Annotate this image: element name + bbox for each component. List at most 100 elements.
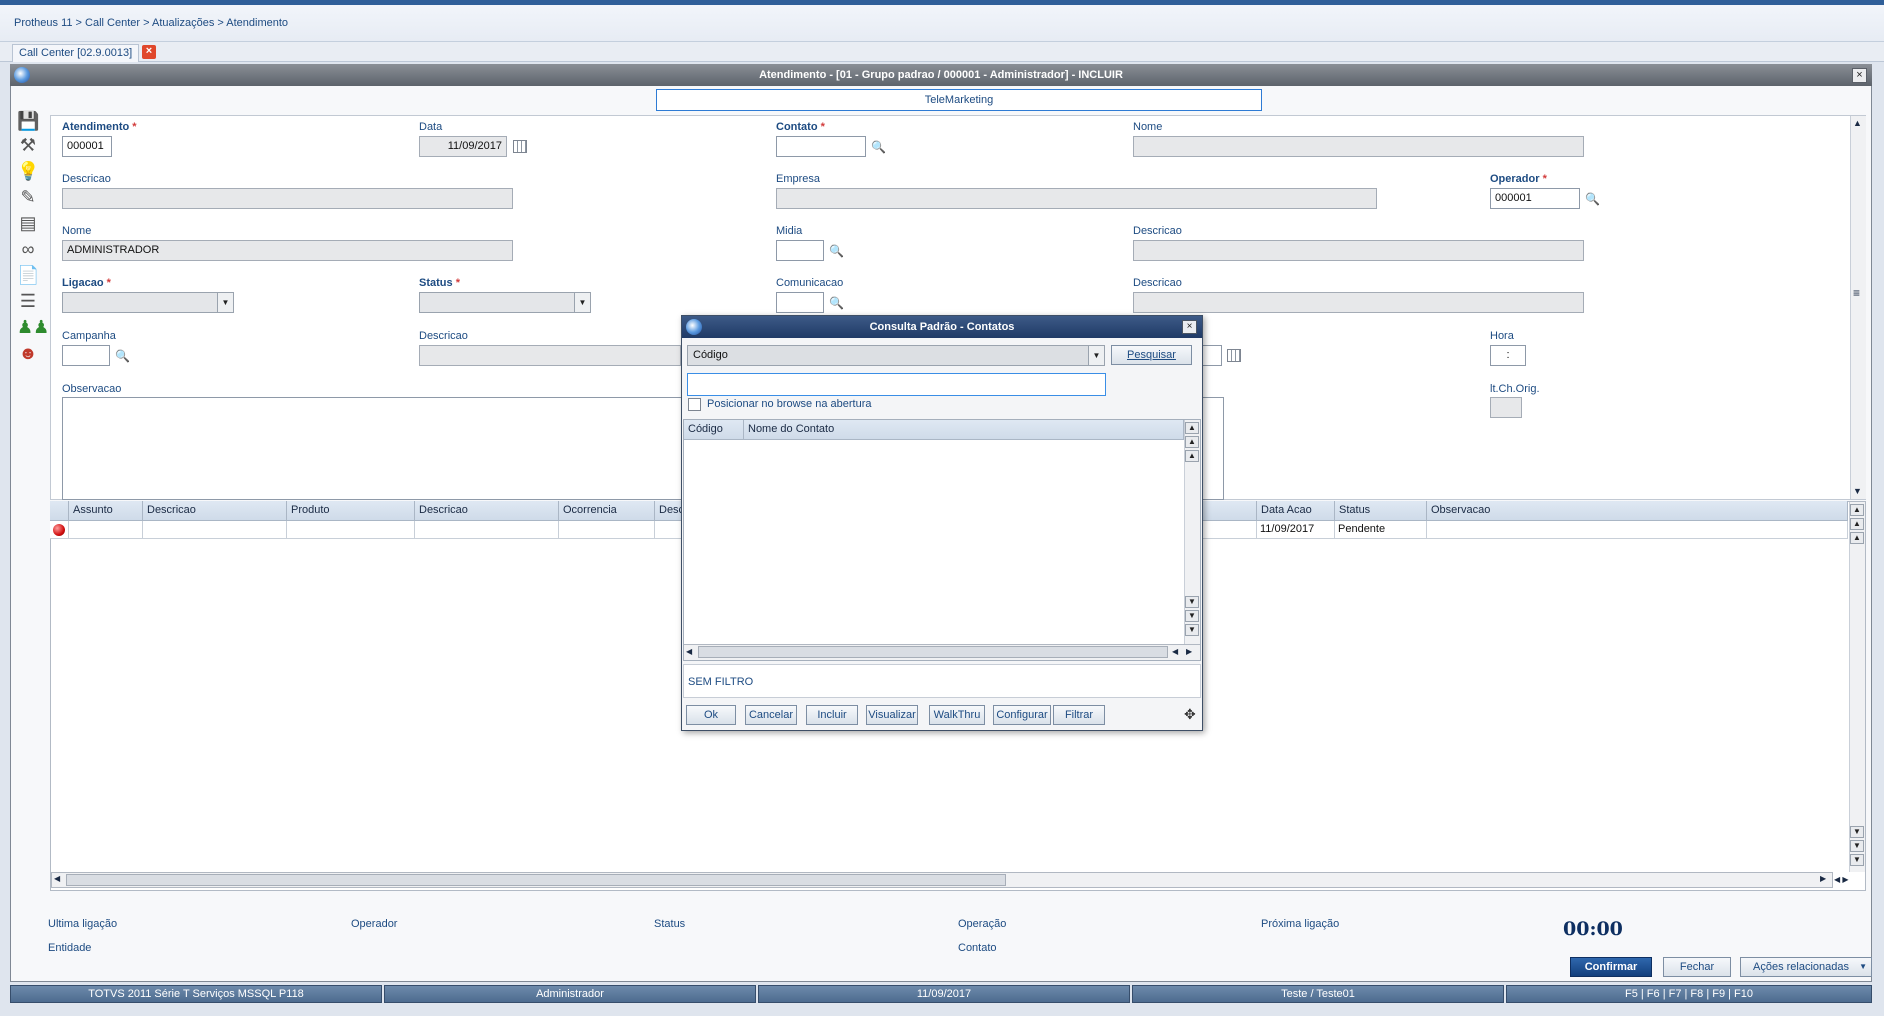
chevron-down-icon[interactable]: ▼ bbox=[574, 293, 590, 312]
calendar-icon[interactable] bbox=[513, 140, 527, 153]
breadcrumb[interactable]: Protheus 11 > Call Center > Atualizações… bbox=[14, 17, 288, 29]
list-add-icon[interactable]: ☰ bbox=[17, 290, 39, 312]
scroll-down-icon[interactable]: ▼ bbox=[1185, 596, 1199, 608]
partial-date-field[interactable] bbox=[1200, 345, 1222, 366]
scroll-down-icon[interactable]: ▼ bbox=[1853, 486, 1862, 496]
comunicacao-field[interactable] bbox=[776, 292, 824, 313]
grid-header-descricao-2[interactable]: Descricao bbox=[415, 501, 559, 521]
hora-field[interactable]: : bbox=[1490, 345, 1526, 366]
status-select[interactable]: ▼ bbox=[419, 292, 591, 313]
scroll-right-icon[interactable]: ▶ bbox=[1820, 874, 1826, 883]
scroll-top-icon[interactable]: ▲ bbox=[1185, 422, 1199, 434]
acoes-relacionadas-button[interactable]: Ações relacionadas ▼ bbox=[1740, 957, 1872, 977]
dialog-close-button[interactable]: × bbox=[1182, 320, 1197, 334]
filtrar-button[interactable]: Filtrar bbox=[1053, 705, 1105, 725]
posicionar-checkbox[interactable] bbox=[688, 398, 701, 411]
walkthru-button[interactable]: WalkThru bbox=[929, 705, 985, 725]
grid-header-assunto[interactable]: Assunto bbox=[69, 501, 143, 521]
link-icon[interactable]: ∞ bbox=[17, 238, 39, 260]
search-icon[interactable]: 🔍 bbox=[1585, 192, 1600, 206]
scroll-bottom-icon[interactable]: ▼ bbox=[1185, 624, 1199, 636]
search-icon[interactable]: 🔍 bbox=[829, 244, 844, 258]
form-scrollbar[interactable]: ▲ ≡ ▼ bbox=[1850, 116, 1866, 499]
cancelar-button[interactable]: Cancelar bbox=[745, 705, 797, 725]
search-by-select[interactable]: Código ▼ bbox=[687, 345, 1105, 366]
scroll-left-icon[interactable]: ◀ bbox=[54, 874, 60, 883]
ok-button[interactable]: Ok bbox=[686, 705, 736, 725]
tab-telemarketing[interactable]: TeleMarketing bbox=[656, 89, 1262, 111]
scroll-page-down-icon[interactable]: ▼ bbox=[1850, 840, 1864, 852]
grid-cell-status[interactable]: Pendente bbox=[1335, 521, 1427, 539]
descricao-midia-field[interactable] bbox=[1133, 240, 1584, 261]
grid-vscrollbar[interactable]: ▲ ▲ ▲ ▼ ▼ ▼ bbox=[1849, 502, 1865, 872]
grid-cell-data-acao[interactable]: 11/09/2017 bbox=[1257, 521, 1335, 539]
lt-ch-orig-field[interactable] bbox=[1490, 397, 1522, 418]
dialog-grid-header-nome[interactable]: Nome do Contato bbox=[744, 420, 1184, 440]
nome-contato-field[interactable] bbox=[1133, 136, 1584, 157]
scroll-page-up-icon[interactable]: ▲ bbox=[1850, 518, 1864, 530]
ligacao-select[interactable]: ▼ bbox=[62, 292, 234, 313]
table-icon[interactable]: ▤ bbox=[17, 212, 39, 234]
scroll-up-icon[interactable]: ▲ bbox=[1185, 450, 1199, 462]
data-field[interactable]: 11/09/2017 bbox=[419, 136, 507, 157]
grid-header-status[interactable]: Status bbox=[1335, 501, 1427, 521]
grid-cell[interactable] bbox=[69, 521, 143, 539]
grid-header-produto[interactable]: Produto bbox=[287, 501, 415, 521]
agent-icon[interactable]: ☻ bbox=[17, 342, 39, 364]
edit-icon[interactable]: ✎ bbox=[17, 186, 39, 208]
grid-header-observacao[interactable]: Observacao bbox=[1427, 501, 1848, 521]
grid-cell[interactable] bbox=[415, 521, 559, 539]
scroll-up-icon[interactable]: ▲ bbox=[1853, 118, 1862, 128]
grid-cell[interactable] bbox=[287, 521, 415, 539]
scroll-left-icon[interactable]: ◀ bbox=[686, 647, 692, 656]
calendar-icon[interactable] bbox=[1227, 349, 1241, 362]
chevron-down-icon[interactable]: ▼ bbox=[217, 293, 233, 312]
scroll-page-up-icon[interactable]: ▲ bbox=[1185, 436, 1199, 448]
scroll-page-down-icon[interactable]: ▼ bbox=[1185, 610, 1199, 622]
scroll-down-icon[interactable]: ▼ bbox=[1850, 826, 1864, 838]
dialog-grid-vscrollbar[interactable]: ▲ ▲ ▲ ▼ ▼ ▼ bbox=[1184, 420, 1200, 644]
posicionar-checkbox-label[interactable]: Posicionar no browse na abertura bbox=[707, 398, 871, 410]
descricao-camp-field[interactable] bbox=[419, 345, 681, 366]
descricao-com-field[interactable] bbox=[1133, 292, 1584, 313]
scroll-thumb[interactable] bbox=[66, 874, 1006, 886]
scroll-right-icon[interactable]: ▶ bbox=[1186, 647, 1192, 656]
dialog-grid-hscrollbar[interactable]: ◀ ◀ ▶ bbox=[684, 644, 1200, 660]
grid-cell[interactable] bbox=[143, 521, 287, 539]
move-icon[interactable]: ✥ bbox=[1184, 706, 1196, 723]
descricao-field[interactable] bbox=[62, 188, 513, 209]
configurar-button[interactable]: Configurar bbox=[993, 705, 1051, 725]
grid-cell[interactable] bbox=[559, 521, 655, 539]
incluir-button[interactable]: Incluir bbox=[806, 705, 858, 725]
confirmar-button[interactable]: Confirmar bbox=[1570, 957, 1652, 977]
search-icon[interactable]: 🔍 bbox=[829, 296, 844, 310]
atendimento-field[interactable]: 000001 bbox=[62, 136, 112, 157]
grid-header-descricao[interactable]: Descricao bbox=[143, 501, 287, 521]
scroll-up-icon[interactable]: ▲ bbox=[1850, 532, 1864, 544]
grid-hscrollbar[interactable]: ◀ ▶ bbox=[51, 872, 1833, 888]
fechar-button[interactable]: Fechar bbox=[1663, 957, 1731, 977]
search-icon[interactable]: 🔍 bbox=[115, 349, 130, 363]
search-input[interactable] bbox=[687, 373, 1106, 396]
scroll-arrows[interactable]: ◀ ▶ bbox=[1834, 872, 1864, 888]
table-row[interactable] bbox=[50, 521, 69, 539]
pesquisar-button[interactable]: Pesquisar bbox=[1111, 345, 1192, 365]
grid-cell-observacao[interactable] bbox=[1427, 521, 1848, 539]
empresa-field[interactable] bbox=[776, 188, 1377, 209]
scroll-top-icon[interactable]: ▲ bbox=[1850, 504, 1864, 516]
visualizar-button[interactable]: Visualizar bbox=[866, 705, 918, 725]
tools-icon[interactable]: ⚒ bbox=[17, 134, 39, 156]
grid-header-ocorrencia[interactable]: Ocorrencia bbox=[559, 501, 655, 521]
scroll-left-icon[interactable]: ◀ bbox=[1172, 647, 1178, 656]
chevron-down-icon[interactable]: ▼ bbox=[1088, 346, 1104, 365]
grid-header-data-acao[interactable]: Data Acao bbox=[1257, 501, 1335, 521]
tab-call-center[interactable]: Call Center [02.9.0013] bbox=[12, 44, 140, 62]
users-icon[interactable]: ♟♟ bbox=[17, 316, 49, 338]
scroll-bottom-icon[interactable]: ▼ bbox=[1850, 854, 1864, 866]
lightbulb-icon[interactable]: 💡 bbox=[17, 160, 39, 182]
document-icon[interactable]: 📄 bbox=[17, 264, 39, 286]
scroll-grip-icon[interactable]: ≡ bbox=[1853, 286, 1860, 300]
contato-field[interactable] bbox=[776, 136, 866, 157]
nome-operador-field[interactable]: ADMINISTRADOR bbox=[62, 240, 513, 261]
search-icon[interactable]: 🔍 bbox=[871, 140, 886, 154]
